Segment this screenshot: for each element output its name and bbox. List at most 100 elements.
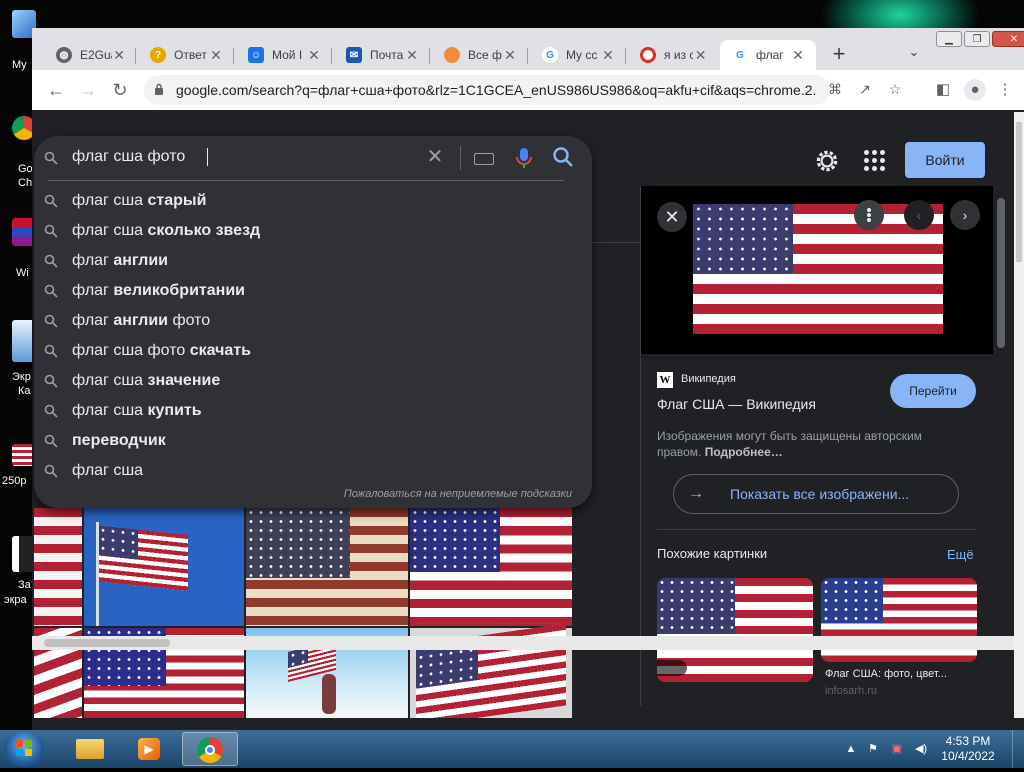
minimize-button[interactable]: ▁ [936,31,962,47]
tab-otvety[interactable]: ? Ответ ✕ [138,40,234,70]
tab-pochta[interactable]: ✉ Почта ✕ [334,40,430,70]
side-panel-icon[interactable]: ◧ [932,79,954,101]
system-clock[interactable]: 4:53 PM 10/4/2022 [936,734,1000,764]
scrollbar-thumb[interactable] [1016,122,1022,262]
google-icon: G [732,47,748,63]
page-scrollbar[interactable] [1014,112,1024,718]
suggestion-item[interactable]: флаг сша значение [34,366,592,396]
browser-toolbar: ← → ↻ google.com/search?q=флаг+сша+фото&… [32,70,1024,111]
globe-icon: ◍ [56,47,72,63]
text-cursor [207,148,208,166]
clear-search-button[interactable]: ✕ [424,146,446,168]
desktop-icon-label: 250р [2,475,27,487]
image-result[interactable] [84,508,244,626]
similar-image-thumbnail[interactable] [657,578,813,682]
tab-ya-iz[interactable]: я из с ✕ [628,40,718,70]
close-icon[interactable]: ✕ [306,47,322,64]
close-window-button[interactable]: ✕ [992,31,1024,47]
taskbar-explorer[interactable] [62,732,118,766]
profile-avatar-icon[interactable]: ● [964,79,986,101]
scrollbar-thumb[interactable] [44,639,170,647]
search-input[interactable]: флаг сша фото [72,148,185,166]
window-controls: ▁ ❐ ✕ [936,31,1024,47]
visit-button[interactable]: Перейти [890,374,976,408]
action-center-icon[interactable]: ⚑ [866,742,880,756]
close-icon[interactable]: ✕ [404,47,420,64]
tab-search-button[interactable]: ⌄ [904,44,924,64]
address-bar[interactable]: google.com/search?q=флаг+сша+фото&rlz=1C… [144,75,901,105]
more-link[interactable]: Ещё [947,547,974,562]
taskbar-media-player[interactable]: ▶ [122,732,178,766]
suggestion-completion: купить [147,402,202,419]
more-options-icon[interactable] [854,200,884,230]
tab-flag-active[interactable]: G флаг ✕ [720,40,816,70]
network-icon[interactable]: ▣ [890,742,904,756]
show-all-label: Показать все изображени... [730,486,910,502]
preview-image[interactable] [693,204,943,334]
url-text[interactable]: google.com/search?q=флаг+сша+фото&rlz=1C… [176,82,816,98]
bookmark-star-icon[interactable]: ☆ [886,81,904,99]
suggestion-text: флаг сша [72,192,148,209]
preview-image-area: ✕ ‹ › [641,186,993,354]
close-icon[interactable]: ✕ [502,47,518,64]
image-result[interactable] [246,508,408,626]
tab-vse-foto[interactable]: Все ф ✕ [432,40,528,70]
report-suggestions-link[interactable]: Пожаловаться на неприемлемые подсказки [344,488,572,500]
new-tab-button[interactable]: + [826,42,852,68]
microphone-icon[interactable] [514,146,534,170]
suggestion-item[interactable]: флаг сша старый [34,186,592,216]
settings-gear-icon[interactable] [814,148,840,174]
sign-in-button[interactable]: Войти [905,142,985,178]
desktop-icon-label: экра [4,594,27,606]
panel-scrollbar[interactable] [994,186,1008,706]
horizontal-scrollbar[interactable] [32,636,1024,650]
suggestion-item[interactable]: флаг англии фото [34,306,592,336]
back-button[interactable]: ← [44,78,68,102]
taskbar-chrome[interactable] [182,732,238,766]
search-submit-icon[interactable] [552,146,574,168]
share-icon[interactable]: ↗ [856,81,874,99]
suggestion-item[interactable]: флаг сша [34,456,592,486]
image-result[interactable] [34,508,82,626]
maximize-button[interactable]: ❐ [964,31,990,47]
learn-more-link[interactable]: Подробнее… [705,445,783,459]
show-hidden-icons-icon[interactable]: ▲ [844,742,858,756]
close-icon[interactable]: ✕ [112,47,126,64]
thumbnail-caption[interactable]: Флаг США: фото, цвет... [825,668,947,680]
menu-kebab-icon[interactable]: ⋮ [994,79,1016,101]
suggestion-item[interactable]: переводчик [34,426,592,456]
translate-icon[interactable]: ⌘ [826,81,844,99]
google-apps-icon[interactable] [864,150,886,172]
suggestion-item[interactable]: флаг сша сколько звезд [34,216,592,246]
start-button[interactable] [4,731,44,767]
next-image-button[interactable]: › [950,200,980,230]
tab-label: E2Gua [80,48,112,62]
show-all-images-button[interactable]: → Показать все изображени... [673,474,959,514]
tab-moi-mir[interactable]: ☺ Мой I ✕ [236,40,332,70]
ring-icon [640,47,656,63]
close-icon[interactable]: ✕ [693,47,708,64]
close-icon[interactable]: ✕ [600,47,616,64]
previous-image-button[interactable]: ‹ [904,200,934,230]
image-result[interactable] [410,508,572,626]
close-panel-button[interactable]: ✕ [657,202,687,232]
close-icon[interactable]: ✕ [790,47,806,64]
reload-button[interactable]: ↻ [108,78,132,102]
tab-my-computer[interactable]: G My cc ✕ [530,40,626,70]
suggestion-item[interactable]: флаг сша фото скачать [34,336,592,366]
scrollbar-thumb[interactable] [997,198,1005,348]
suggestion-item[interactable]: флаг сша купить [34,396,592,426]
tab-e2guard[interactable]: ◍ E2Gua ✕ [44,40,136,70]
keyboard-icon[interactable] [474,153,494,165]
show-desktop-button[interactable] [1012,730,1024,768]
search-icon [44,151,58,165]
forward-button[interactable]: → [76,78,100,102]
close-icon[interactable]: ✕ [208,47,224,64]
volume-icon[interactable]: ◀) [914,742,928,756]
suggestion-item[interactable]: флаг великобритании [34,276,592,306]
tab-label: My cc [566,48,598,62]
thumbnail-source: infosarh.ru [825,685,877,697]
suggestion-text: флаг [72,252,114,269]
preview-title[interactable]: Флаг США — Википедия [657,396,816,412]
suggestion-item[interactable]: флаг англии [34,246,592,276]
